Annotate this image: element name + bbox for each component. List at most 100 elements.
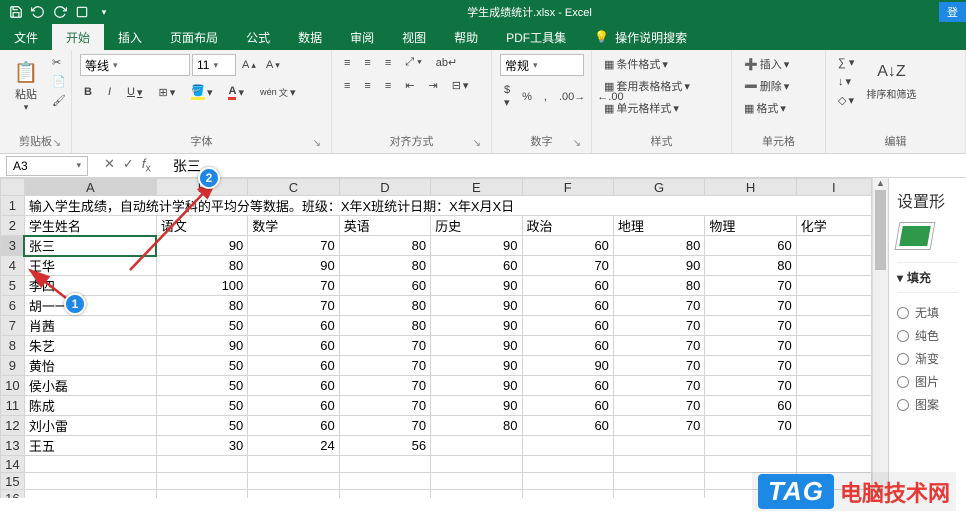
cell-H14[interactable] [705,456,796,473]
cell-B3[interactable]: 90 [156,236,247,256]
cell-D2[interactable]: 英语 [339,216,430,236]
cell-B15[interactable] [156,473,247,490]
redo-icon[interactable] [52,4,68,20]
cell-E12[interactable]: 80 [431,416,522,436]
sort-filter-button[interactable]: A↓Z 排序和筛选 [862,54,920,105]
font-size-combo[interactable]: 11▾ [192,54,236,76]
grow-font-button[interactable]: A▴ [238,57,260,73]
cell-F16[interactable] [522,490,613,499]
insert-cells-button[interactable]: ➕ 插入 ▾ [740,54,793,74]
cell-G3[interactable]: 80 [613,236,704,256]
cell-E16[interactable] [431,490,522,499]
cell-D5[interactable]: 60 [339,276,430,296]
cell-G11[interactable]: 70 [613,396,704,416]
cell-B8[interactable]: 90 [156,336,247,356]
vertical-scrollbar[interactable]: ▲ ▼ [872,178,888,498]
cell-B2[interactable]: 语文 [156,216,247,236]
cell-E15[interactable] [431,473,522,490]
cell-E8[interactable]: 90 [431,336,522,356]
tab-review[interactable]: 审阅 [336,24,388,50]
cell-G6[interactable]: 70 [613,296,704,316]
cell-B13[interactable]: 30 [156,436,247,456]
cell-G12[interactable]: 70 [613,416,704,436]
cell-F10[interactable]: 60 [522,376,613,396]
cell-E2[interactable]: 历史 [431,216,522,236]
row-header-2[interactable]: 2 [1,216,25,236]
cell-C5[interactable]: 70 [248,276,339,296]
cell-B11[interactable]: 50 [156,396,247,416]
cancel-formula-button[interactable]: ✕ [104,156,115,175]
autosum-button[interactable]: ∑ ▾ [834,54,858,71]
indent-decrease-button[interactable]: ⇤ [401,77,418,94]
row-header-8[interactable]: 8 [1,336,25,356]
table-format-button[interactable]: ▦ 套用表格格式 ▾ [600,76,694,96]
cell-D4[interactable]: 80 [339,256,430,276]
cell-A2[interactable]: 学生姓名 [24,216,156,236]
shrink-font-button[interactable]: A▾ [262,57,284,73]
cell-D7[interactable]: 80 [339,316,430,336]
row-header-12[interactable]: 12 [1,416,25,436]
cell-G13[interactable] [613,436,704,456]
col-header-D[interactable]: D [339,179,430,196]
qat-dropdown-icon[interactable]: ▾ [96,4,112,20]
currency-button[interactable]: $ ▾ [500,82,514,111]
cell-I11[interactable] [796,396,871,416]
cell-C7[interactable]: 60 [248,316,339,336]
launcher-icon[interactable]: ↘ [473,138,481,149]
cell-H7[interactable]: 70 [705,316,796,336]
cell-I14[interactable] [796,456,871,473]
cell-B10[interactable]: 50 [156,376,247,396]
cell-A12[interactable]: 刘小雷 [24,416,156,436]
cell-D14[interactable] [339,456,430,473]
cell-B6[interactable]: 80 [156,296,247,316]
cell-I2[interactable]: 化学 [796,216,871,236]
cell-C16[interactable] [248,490,339,499]
fill-option-2[interactable]: 渐变 [897,347,958,370]
cell-F8[interactable]: 60 [522,336,613,356]
formula-input[interactable] [161,158,966,174]
cell-A1[interactable]: 输入学生成绩，自动统计学科的平均分等数据。班级：X年X班统计日期：X年X月X日 [24,196,871,216]
bold-button[interactable]: B [80,84,96,100]
font-color-button[interactable]: A ▾ [224,83,247,102]
row-header-14[interactable]: 14 [1,456,25,473]
cell-F9[interactable]: 90 [522,356,613,376]
tab-file[interactable]: 文件 [0,24,52,50]
increase-decimal-button[interactable]: .00→ [555,89,589,105]
cell-C2[interactable]: 数学 [248,216,339,236]
cell-F2[interactable]: 政治 [522,216,613,236]
col-header-H[interactable]: H [705,179,796,196]
cell-A16[interactable] [24,490,156,499]
row-header-13[interactable]: 13 [1,436,25,456]
fill-option-4[interactable]: 图案 [897,393,958,416]
cell-F12[interactable]: 60 [522,416,613,436]
indent-increase-button[interactable]: ⇥ [424,77,441,94]
cell-A14[interactable] [24,456,156,473]
align-right-button[interactable]: ≡ [381,78,395,94]
cell-G4[interactable]: 90 [613,256,704,276]
cell-F4[interactable]: 70 [522,256,613,276]
row-header-10[interactable]: 10 [1,376,25,396]
cell-I8[interactable] [796,336,871,356]
cell-B14[interactable] [156,456,247,473]
cell-C14[interactable] [248,456,339,473]
row-header-5[interactable]: 5 [1,276,25,296]
cell-D12[interactable]: 70 [339,416,430,436]
cell-C3[interactable]: 70 [248,236,339,256]
italic-button[interactable]: I [104,84,115,100]
font-name-combo[interactable]: 等线▾ [80,54,190,76]
cell-I10[interactable] [796,376,871,396]
cell-H9[interactable]: 70 [705,356,796,376]
cell-F14[interactable] [522,456,613,473]
cell-G10[interactable]: 70 [613,376,704,396]
accept-formula-button[interactable]: ✓ [123,156,134,175]
orientation-button[interactable]: ⤢ ▾ [401,54,425,71]
cell-I6[interactable] [796,296,871,316]
launcher-icon[interactable]: ↘ [573,138,581,149]
cell-A7[interactable]: 肖茜 [24,316,156,336]
cell-D11[interactable]: 70 [339,396,430,416]
select-all-corner[interactable] [1,179,25,196]
wrap-text-button[interactable]: ab↵ [432,54,461,71]
tab-home[interactable]: 开始 [52,24,104,50]
login-button[interactable]: 登 [939,2,966,22]
cell-C12[interactable]: 60 [248,416,339,436]
